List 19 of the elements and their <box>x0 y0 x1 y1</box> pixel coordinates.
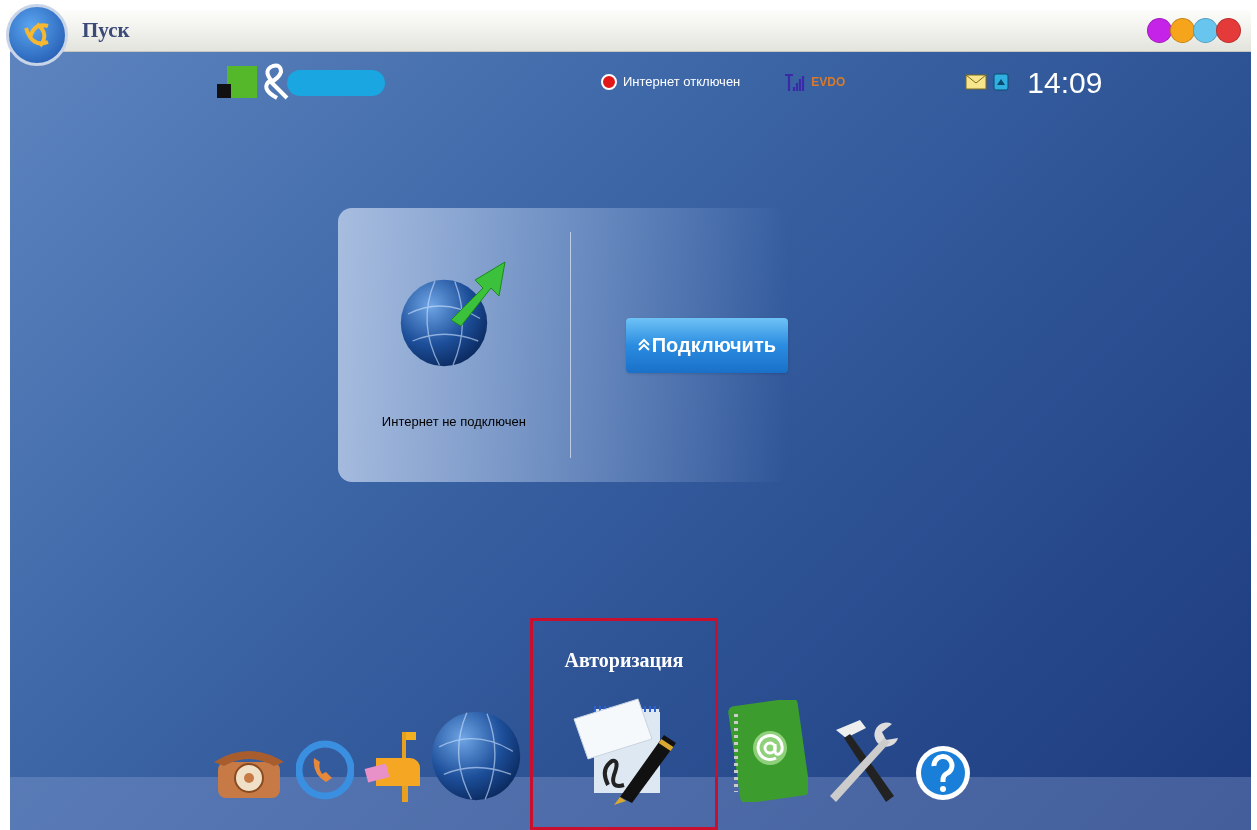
connect-button[interactable]: Подключить <box>625 317 788 373</box>
clock: 14:09 <box>1027 64 1103 101</box>
internet-status-text: Интернет отключен <box>623 73 741 92</box>
network-type: EVDO <box>811 74 846 91</box>
window-control-button[interactable] <box>1147 18 1172 43</box>
window-control-button[interactable] <box>1193 18 1218 43</box>
window-control-button[interactable] <box>1216 18 1241 43</box>
sim-card-icon <box>993 73 1010 91</box>
window-control-button[interactable] <box>1170 18 1195 43</box>
double-chevron-up-icon <box>637 338 650 352</box>
globe-icon <box>430 710 522 802</box>
globe-icon <box>398 278 489 369</box>
window-title: Пуск <box>82 16 130 44</box>
envelope-icon <box>965 74 988 90</box>
dock-item-highlight[interactable]: Авторизация <box>530 618 718 830</box>
mailbox-icon[interactable] <box>362 730 422 802</box>
connection-status-text: Интернет не подключен <box>381 413 526 432</box>
dock-item-label: Авторизация <box>564 648 684 674</box>
help-icon[interactable] <box>914 744 972 802</box>
